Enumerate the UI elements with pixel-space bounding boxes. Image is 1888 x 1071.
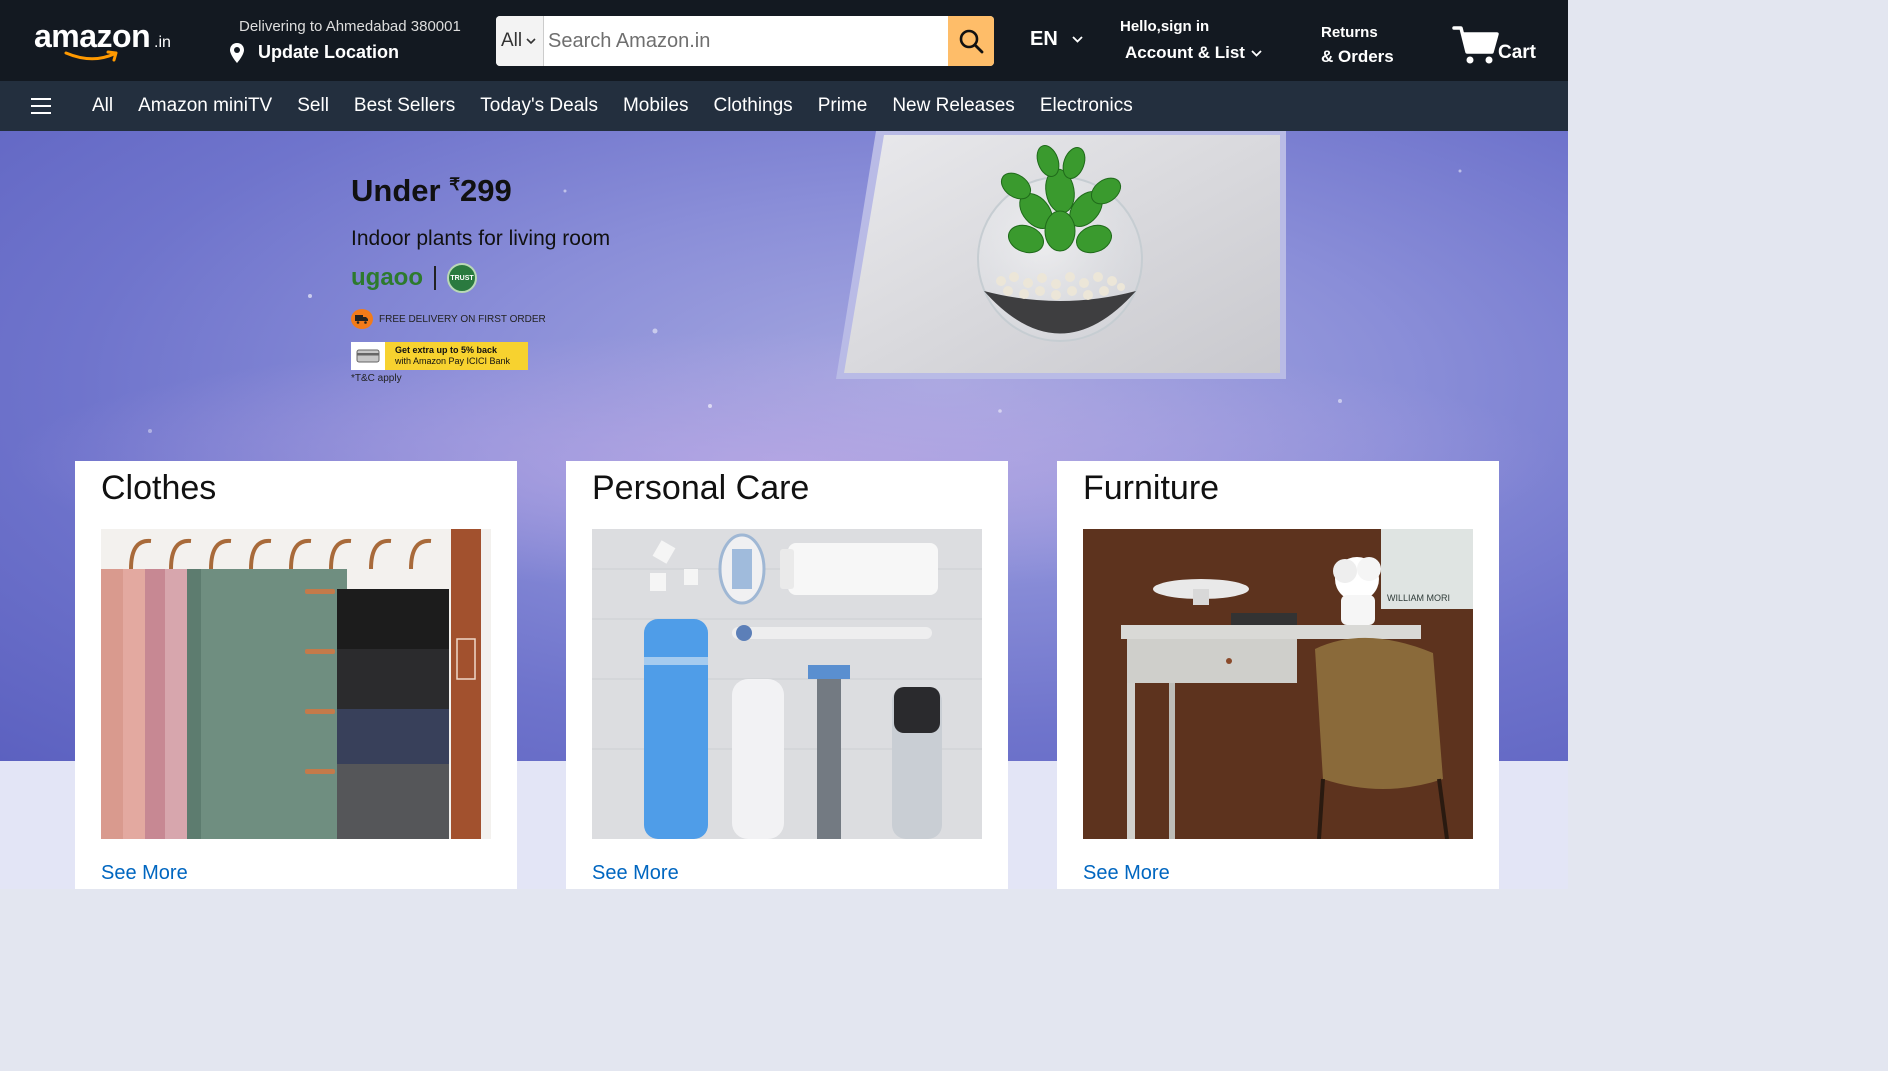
deliver-to-label: Delivering to Ahmedabad 380001 bbox=[239, 18, 461, 35]
cashback-offer: Get extra up to 5% back with Amazon Pay … bbox=[351, 342, 528, 370]
plant-product-image bbox=[836, 131, 1286, 379]
cashback-line2: with Amazon Pay ICICI Bank bbox=[395, 356, 511, 366]
search-category-label: All bbox=[501, 30, 523, 51]
personal-care-image[interactable] bbox=[592, 529, 982, 839]
logo-smile-icon bbox=[64, 50, 118, 62]
see-more-link[interactable]: See More bbox=[592, 862, 679, 885]
category-card-personal-care: Personal Care See More bbox=[566, 461, 1008, 889]
account-menu[interactable]: Hello,sign in Account & List bbox=[1120, 18, 1262, 63]
nav-item-prime[interactable]: Prime bbox=[818, 95, 868, 117]
brand-divider bbox=[434, 266, 436, 290]
language-selector[interactable]: EN bbox=[1030, 28, 1083, 51]
rupee-symbol: ₹ bbox=[449, 175, 461, 194]
chevron-down-icon bbox=[1251, 49, 1262, 57]
cart-button[interactable]: Cart bbox=[1452, 24, 1552, 68]
category-card-furniture: Furniture WILLIAM MORI See More bbox=[1057, 461, 1499, 889]
nav-item-all[interactable]: All bbox=[92, 95, 113, 117]
nav-item-best-sellers[interactable]: Best Sellers bbox=[354, 95, 455, 117]
promo-price: 299 bbox=[460, 173, 512, 208]
ugaoo-logo: ugaoo bbox=[351, 264, 423, 291]
promo-content: Under ₹299 Indoor plants for living room… bbox=[351, 173, 611, 384]
credit-card-icon bbox=[351, 342, 385, 370]
search-button[interactable] bbox=[948, 16, 994, 66]
amazon-logo[interactable]: amazon .in bbox=[34, 18, 184, 64]
category-card-clothes: Clothes See More bbox=[75, 461, 517, 889]
returns-orders-link[interactable]: Returns & Orders bbox=[1321, 24, 1394, 67]
nav-item-minitv[interactable]: Amazon miniTV bbox=[138, 95, 272, 117]
nav-item-mobiles[interactable]: Mobiles bbox=[623, 95, 688, 117]
account-greeting: Hello,sign in bbox=[1120, 18, 1210, 35]
cart-icon bbox=[1452, 26, 1499, 64]
brand-row: ugaoo TRUST bbox=[351, 263, 477, 293]
clothes-image[interactable] bbox=[101, 529, 491, 839]
search-bar: All bbox=[496, 16, 994, 66]
trust-badge-icon: TRUST bbox=[447, 263, 477, 293]
poster-text: WILLIAM MORI bbox=[1387, 593, 1450, 603]
promo-subtitle: Indoor plants for living room bbox=[351, 227, 611, 250]
promo-title: Under ₹299 bbox=[351, 173, 512, 208]
account-list-label: Account & List bbox=[1125, 43, 1245, 62]
language-label: EN bbox=[1030, 28, 1058, 50]
nav-item-clothings[interactable]: Clothings bbox=[713, 95, 792, 117]
orders-label: & Orders bbox=[1321, 47, 1394, 66]
returns-label: Returns bbox=[1321, 24, 1378, 41]
nav-item-sell[interactable]: Sell bbox=[297, 95, 329, 117]
cashback-line1: Get extra up to 5% back bbox=[395, 345, 498, 355]
search-category-dropdown[interactable]: All bbox=[496, 16, 544, 66]
nav-bar: All Amazon miniTV Sell Best Sellers Toda… bbox=[0, 81, 1568, 131]
delivery-truck-icon bbox=[351, 309, 373, 329]
terms-note: *T&C apply bbox=[351, 373, 402, 384]
search-icon bbox=[959, 29, 984, 54]
nav-item-todays-deals[interactable]: Today's Deals bbox=[480, 95, 598, 117]
see-more-link[interactable]: See More bbox=[1083, 862, 1170, 885]
nav-links: All Amazon miniTV Sell Best Sellers Toda… bbox=[92, 81, 1158, 131]
search-input[interactable] bbox=[544, 16, 948, 66]
nav-item-new-releases[interactable]: New Releases bbox=[892, 95, 1015, 117]
chevron-down-icon bbox=[1072, 36, 1083, 43]
see-more-link[interactable]: See More bbox=[101, 862, 188, 885]
location-pin-icon bbox=[230, 43, 244, 63]
furniture-image[interactable]: WILLIAM MORI bbox=[1083, 529, 1473, 839]
logo-tld: .in bbox=[154, 34, 171, 51]
hamburger-menu-icon[interactable] bbox=[31, 98, 51, 116]
chevron-down-icon bbox=[526, 37, 536, 44]
card-title: Personal Care bbox=[592, 469, 810, 507]
free-delivery-note: FREE DELIVERY ON FIRST ORDER bbox=[351, 309, 546, 329]
free-delivery-text: FREE DELIVERY ON FIRST ORDER bbox=[379, 313, 546, 325]
update-location-label: Update Location bbox=[258, 42, 400, 62]
card-title: Furniture bbox=[1083, 469, 1220, 507]
top-header: amazon .in Delivering to Ahmedabad 38000… bbox=[0, 0, 1568, 81]
cart-label: Cart bbox=[1498, 42, 1537, 63]
account-list-row: Account & List bbox=[1125, 43, 1262, 63]
nav-item-electronics[interactable]: Electronics bbox=[1040, 95, 1133, 117]
card-title: Clothes bbox=[101, 469, 217, 507]
